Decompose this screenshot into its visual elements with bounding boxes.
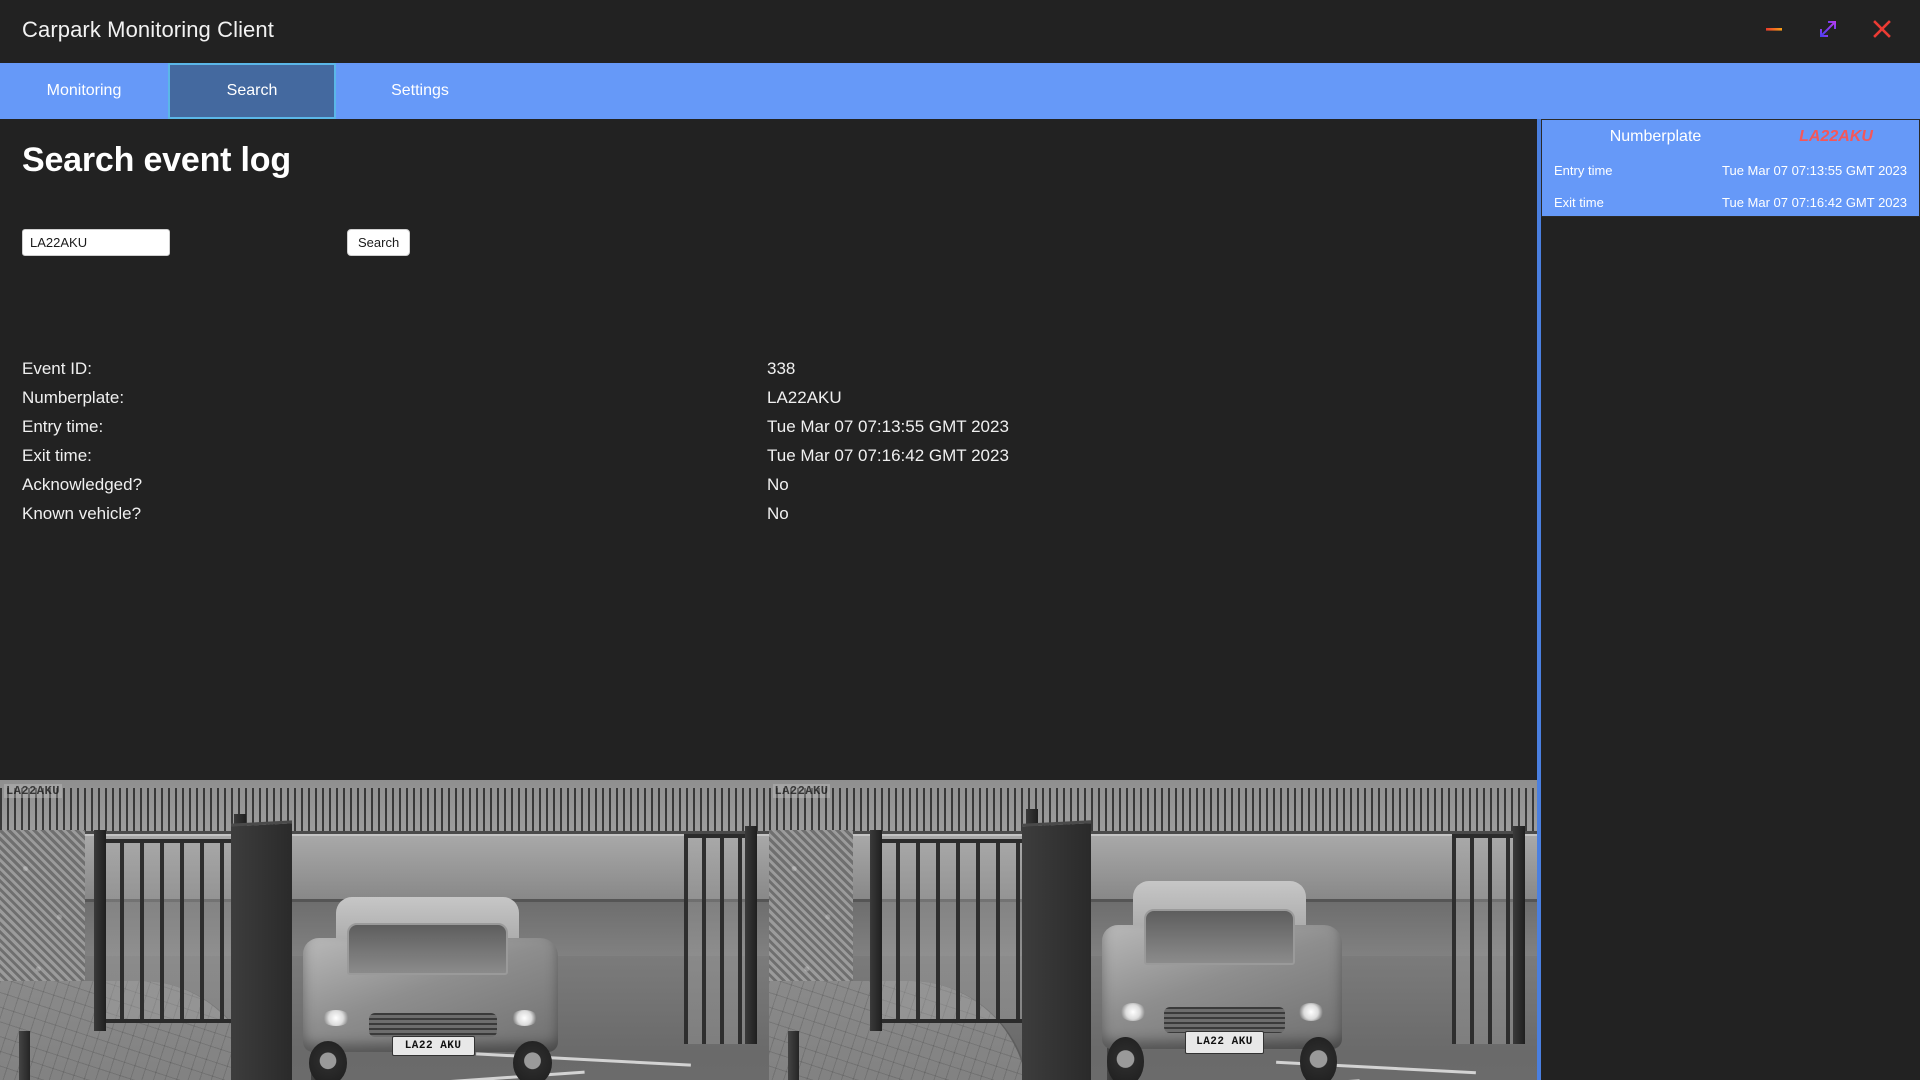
tab-search[interactable]: Search	[168, 63, 336, 119]
window-controls	[1750, 0, 1920, 60]
camera-view-exit[interactable]: LA22AKU	[769, 780, 1538, 1080]
detail-value-exit-time: Tue Mar 07 07:16:42 GMT 2023	[767, 446, 1009, 466]
detail-label-known-vehicle: Known vehicle?	[22, 504, 767, 524]
search-button[interactable]: Search	[347, 229, 410, 256]
event-card-exit-label: Exit time	[1550, 195, 1722, 210]
detail-label-exit-time: Exit time:	[22, 446, 767, 466]
title-bar: Carpark Monitoring Client	[0, 0, 1920, 60]
tab-settings[interactable]: Settings	[336, 63, 504, 119]
search-row: Search	[22, 229, 1422, 261]
vehicle-plate: LA22 AKU	[392, 1036, 475, 1056]
camera-view-entry[interactable]: LA22AKU	[0, 780, 769, 1080]
camera-watermark: LA22AKU	[773, 784, 831, 798]
detail-value-acknowledged: No	[767, 475, 789, 495]
main-content: Search event log Search Event ID: 338 Nu…	[0, 119, 1537, 1080]
tab-monitoring[interactable]: Monitoring	[0, 63, 168, 119]
detail-row: Numberplate: LA22AKU	[22, 383, 1422, 412]
detail-value-entry-time: Tue Mar 07 07:13:55 GMT 2023	[767, 417, 1009, 437]
event-sidebar: Numberplate LA22AKU Entry time Tue Mar 0…	[1541, 119, 1920, 1080]
vehicle-plate: LA22 AKU	[1185, 1031, 1263, 1053]
page-title: Search event log	[22, 141, 291, 180]
detail-row: Entry time: Tue Mar 07 07:13:55 GMT 2023	[22, 412, 1422, 441]
event-card-numberplate-value: LA22AKU	[1761, 128, 1911, 146]
detail-row: Known vehicle? No	[22, 499, 1422, 528]
event-card-header: Numberplate LA22AKU	[1542, 120, 1919, 154]
camera-scene: LA22 AKU	[769, 780, 1538, 1080]
tab-bar: Monitoring Search Settings	[0, 63, 1920, 119]
event-card-entry-label: Entry time	[1550, 163, 1722, 178]
detail-row: Acknowledged? No	[22, 470, 1422, 499]
detail-value-known-vehicle: No	[767, 504, 789, 524]
close-button[interactable]	[1858, 8, 1906, 52]
event-card-entry-row: Entry time Tue Mar 07 07:13:55 GMT 2023	[1542, 154, 1919, 186]
detail-value-event-id: 338	[767, 359, 795, 379]
camera-watermark: LA22AKU	[4, 784, 62, 798]
detail-value-numberplate: LA22AKU	[767, 388, 842, 408]
detail-row: Exit time: Tue Mar 07 07:16:42 GMT 2023	[22, 441, 1422, 470]
event-details-list: Event ID: 338 Numberplate: LA22AKU Entry…	[22, 354, 1422, 528]
event-card[interactable]: Numberplate LA22AKU Entry time Tue Mar 0…	[1541, 119, 1920, 217]
expand-arrows-icon	[1816, 17, 1840, 44]
search-input[interactable]	[22, 229, 170, 256]
vehicle: LA22 AKU	[1091, 881, 1352, 1080]
camera-strip: LA22AKU	[0, 780, 1537, 1080]
detail-label-numberplate: Numberplate:	[22, 388, 767, 408]
event-card-entry-value: Tue Mar 07 07:13:55 GMT 2023	[1722, 163, 1911, 178]
window-title: Carpark Monitoring Client	[22, 0, 274, 60]
app-window: Carpark Monitoring Client	[0, 0, 1920, 1080]
minimize-icon	[1763, 18, 1785, 43]
close-icon	[1869, 16, 1895, 45]
event-card-exit-value: Tue Mar 07 07:16:42 GMT 2023	[1722, 195, 1911, 210]
maximize-button[interactable]	[1804, 8, 1852, 52]
detail-label-acknowledged: Acknowledged?	[22, 475, 767, 495]
event-card-numberplate-label: Numberplate	[1550, 128, 1761, 146]
event-card-exit-row: Exit time Tue Mar 07 07:16:42 GMT 2023	[1542, 186, 1919, 218]
detail-row: Event ID: 338	[22, 354, 1422, 383]
detail-label-entry-time: Entry time:	[22, 417, 767, 437]
camera-scene: LA22 AKU	[0, 780, 769, 1080]
minimize-button[interactable]	[1750, 8, 1798, 52]
detail-label-event-id: Event ID:	[22, 359, 767, 379]
vehicle: LA22 AKU	[292, 897, 569, 1080]
